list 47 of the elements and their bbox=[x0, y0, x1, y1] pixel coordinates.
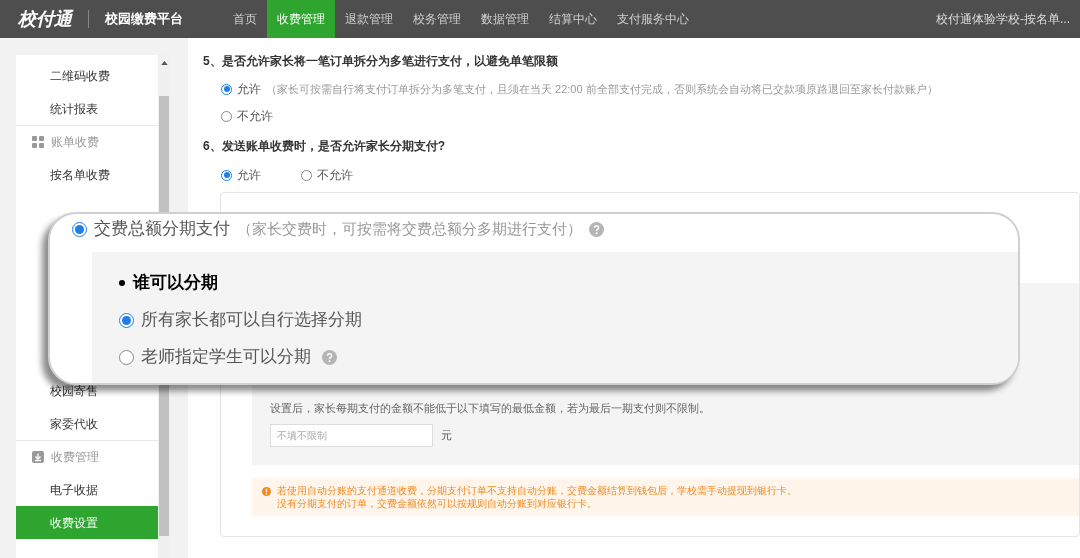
radio-button[interactable] bbox=[119, 312, 134, 328]
radio-label[interactable]: 允许 bbox=[237, 80, 261, 98]
radio-label[interactable]: 允许 bbox=[237, 166, 261, 184]
nav-tab[interactable]: 退款管理 bbox=[335, 0, 403, 38]
nav-tab[interactable]: 结算中心 bbox=[539, 0, 607, 38]
nav-tab[interactable]: 支付服务中心 bbox=[607, 0, 699, 38]
sidebar-item[interactable]: 二维码收费 bbox=[16, 59, 158, 92]
radio-button[interactable] bbox=[301, 169, 312, 181]
nav-tab[interactable]: 校务管理 bbox=[403, 0, 471, 38]
sidebar-item[interactable]: 电子收据 bbox=[16, 473, 158, 506]
section-title: 谁可以分期 bbox=[133, 272, 218, 295]
radio-button[interactable] bbox=[119, 349, 134, 365]
sidebar-group-label: 收费管理 bbox=[51, 449, 99, 466]
unit-label: 元 bbox=[441, 428, 452, 444]
notice-text: 若使用自动分账的支付通道收费，分期支付订单不支持自动分账，交费金额结算到钱包后，学校需手动提现到银行卡。 bbox=[277, 484, 797, 497]
radio-label[interactable]: 不允许 bbox=[317, 166, 353, 184]
question-title: 6、发送账单收费时，是否允许家长分期支付? bbox=[203, 138, 446, 155]
radio-label[interactable]: 交费总额分期支付 bbox=[94, 216, 230, 242]
sidebar-item[interactable]: 统计报表 bbox=[16, 92, 158, 125]
nav-tab[interactable]: 首页 bbox=[223, 0, 267, 38]
radio-label[interactable]: 不允许 bbox=[237, 107, 273, 125]
nav-tab[interactable]: 数据管理 bbox=[471, 0, 539, 38]
help-icon[interactable] bbox=[589, 221, 604, 237]
sidebar-item[interactable]: 按名单收费 bbox=[16, 158, 158, 191]
option-note: （家长可按需自行将支付订单拆分为多笔支付，且须在当天 22:00 前全部支付完成，否则系统会自动将已交款项原路退回至家长付款账户） bbox=[266, 81, 938, 97]
radio-button[interactable] bbox=[221, 83, 232, 95]
info-icon bbox=[262, 487, 271, 496]
scroll-up-icon[interactable] bbox=[160, 61, 168, 65]
sidebar-item[interactable]: 家委代收 bbox=[16, 407, 158, 440]
account-name[interactable]: 校付通体验学校-按名单... bbox=[936, 10, 1070, 28]
notice-text: 没有分期支付的订单，交费金额依然可以按规则自动分账到对应银行卡。 bbox=[277, 497, 598, 510]
download-icon bbox=[32, 451, 44, 463]
logo[interactable]: 校付通 bbox=[18, 5, 72, 33]
radio-button[interactable] bbox=[72, 221, 87, 237]
hint-text: 设置后，家长每期支付的金额不能低于以下填写的最低金额，若为最后一期支付则不限制。 bbox=[270, 400, 711, 416]
bullet-icon bbox=[119, 280, 125, 286]
radio-label[interactable]: 所有家长都可以自行选择分期 bbox=[141, 307, 362, 333]
question-title: 5、是否允许家长将一笔订单拆分为多笔进行支付，以避免单笔限额 bbox=[203, 53, 559, 70]
help-icon[interactable] bbox=[322, 349, 337, 365]
radio-button[interactable] bbox=[221, 110, 232, 122]
radio-button[interactable] bbox=[221, 169, 232, 181]
platform-title: 校园缴费平台 bbox=[105, 10, 183, 29]
min-amount-input[interactable]: 不填不限制 bbox=[270, 424, 433, 447]
option-note: （家长交费时，可按需将交费总额分多期进行支付） bbox=[237, 218, 582, 239]
radio-label[interactable]: 老师指定学生可以分期 bbox=[141, 344, 311, 370]
sidebar-group-label: 账单收费 bbox=[51, 134, 99, 151]
grid-icon bbox=[32, 136, 44, 148]
